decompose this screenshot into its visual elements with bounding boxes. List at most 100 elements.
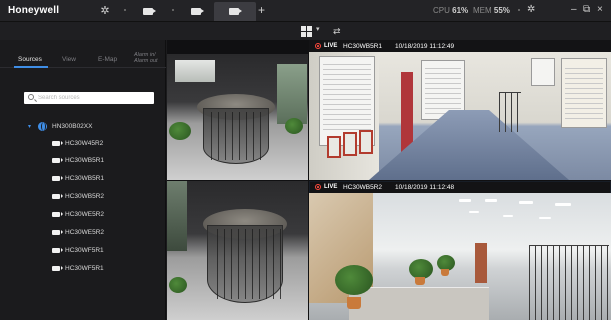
tile-camera-name: HC30WB5R1 <box>343 42 383 50</box>
camera-label: HC30WB5R1 <box>65 157 105 164</box>
pot <box>347 297 361 309</box>
board-lines <box>425 64 461 114</box>
video-tile-1[interactable] <box>167 54 308 180</box>
tree-camera-item[interactable]: HC30WB5R1 <box>52 156 152 166</box>
ceiling-light <box>503 215 513 217</box>
camera-icon <box>143 8 156 15</box>
plant <box>285 118 303 134</box>
grid-layout-icon[interactable] <box>301 26 312 37</box>
tile-header: LIVE HC30WB5R2 10/18/2019 11:12:48 <box>309 181 611 193</box>
sequence-icon[interactable]: ⇄ <box>333 26 341 37</box>
live-icon <box>315 184 321 190</box>
live-label: LIVE <box>324 184 338 190</box>
camera-label: HC30WF5R1 <box>65 265 104 272</box>
mem-stat: MEM 55% <box>473 6 510 15</box>
poster <box>359 130 373 154</box>
tab-alarm[interactable]: Alarm in/ Alarm out <box>134 52 168 64</box>
video-tile-2[interactable]: LIVE HC30WB5R1 10/18/2019 11:12:49 <box>309 40 611 180</box>
ceiling-light <box>539 217 551 219</box>
tab-camera-2[interactable] <box>176 2 218 21</box>
tab-camera-1[interactable] <box>128 2 170 21</box>
camera-label: HC30WF5R1 <box>65 247 104 254</box>
separator <box>124 9 126 11</box>
tree-root-label: HN300B02XX <box>52 123 93 130</box>
layout-toolbar: ▾ ⇄ <box>0 22 611 40</box>
close-icon[interactable]: × <box>597 4 603 16</box>
window-panel <box>167 181 187 251</box>
brand-logo: Honeywell <box>8 5 60 16</box>
video-tile-3[interactable] <box>167 181 308 320</box>
planter <box>349 287 489 320</box>
door-bars <box>205 112 267 160</box>
door <box>475 243 487 283</box>
active-tab-indicator <box>14 66 48 68</box>
camera-label: HC30WE5R2 <box>65 229 105 236</box>
video-feed <box>309 52 611 180</box>
camera-icon <box>52 194 63 199</box>
railing <box>499 92 521 132</box>
video-tile-4[interactable]: LIVE HC30WB5R2 10/18/2019 11:12:48 <box>309 181 611 320</box>
tile-camera-name: HC30WB5R2 <box>343 183 383 191</box>
sidebar-tabs: Sources View E-Map Alarm in/ Alarm out <box>0 40 166 68</box>
board-lines <box>323 60 371 130</box>
camera-icon <box>52 212 63 217</box>
tree-camera-item[interactable]: HC30WF5R1 <box>52 246 152 256</box>
tree-camera-item[interactable]: HC30WB5R1 <box>52 174 152 184</box>
window-panel <box>175 60 215 82</box>
search-input[interactable] <box>38 93 148 103</box>
window-panel <box>277 64 307 124</box>
separator <box>518 9 520 11</box>
tree-camera-item[interactable]: HC30WB5R2 <box>52 192 152 202</box>
tile-header: LIVE HC30WB5R1 10/18/2019 11:12:49 <box>309 40 611 52</box>
video-grid: LIVE HC30WB5R1 10/18/2019 11:12:49 LIVE … <box>167 40 611 320</box>
tree-camera-item[interactable]: HC30WE5R2 <box>52 210 152 220</box>
search-box <box>24 92 154 104</box>
mem-label: MEM <box>473 6 492 15</box>
ceiling-light <box>555 203 571 206</box>
settings-icon[interactable]: ✲ <box>527 4 535 16</box>
video-feed <box>167 54 308 180</box>
poster <box>327 136 341 158</box>
expand-arrow-icon[interactable]: ▾ <box>28 123 31 130</box>
cpu-label: CPU <box>433 6 450 15</box>
camera-icon <box>52 248 63 253</box>
plant <box>169 122 191 140</box>
tab-emap[interactable]: E-Map <box>98 56 117 63</box>
tile-timestamp: 10/18/2019 11:12:49 <box>395 42 455 50</box>
camera-label: HC30WB5R2 <box>65 193 105 200</box>
tree-camera-item[interactable]: HC30WE5R2 <box>52 228 152 238</box>
tab-view[interactable]: View <box>62 56 76 63</box>
camera-icon <box>191 8 204 15</box>
search-icon <box>28 94 34 100</box>
tree <box>335 265 373 295</box>
board-lines <box>565 64 603 120</box>
ceiling-light <box>469 211 479 213</box>
camera-icon <box>229 8 242 15</box>
ceiling-light <box>519 201 533 204</box>
camera-label: HC30WB5R1 <box>65 175 105 182</box>
camera-icon <box>52 141 63 146</box>
door-bars <box>211 229 281 299</box>
chevron-down-icon[interactable]: ▾ <box>316 25 320 33</box>
tab-camera-3[interactable] <box>214 2 256 21</box>
restore-icon[interactable]: ⧉ <box>583 4 590 16</box>
sign <box>531 58 555 86</box>
camera-icon <box>52 176 63 181</box>
tree-camera-item[interactable]: HC30WF5R1 <box>52 264 152 274</box>
gear-icon[interactable]: ✲ <box>98 4 112 18</box>
plant <box>169 277 187 293</box>
ceiling-light <box>485 199 497 202</box>
live-label: LIVE <box>324 43 338 49</box>
tree-camera-item[interactable]: HC30W45R2 <box>52 139 152 149</box>
tree <box>409 259 433 279</box>
video-feed <box>309 193 611 320</box>
poster <box>343 132 357 156</box>
camera-icon <box>52 230 63 235</box>
camera-icon <box>52 158 63 163</box>
cpu-stat: CPU 61% <box>433 6 468 15</box>
minimize-icon[interactable]: – <box>571 4 577 16</box>
tile-timestamp: 10/18/2019 11:12:48 <box>395 183 455 191</box>
add-tab-button[interactable]: + <box>258 3 265 17</box>
tab-sources[interactable]: Sources <box>18 56 42 63</box>
pot <box>415 277 425 285</box>
